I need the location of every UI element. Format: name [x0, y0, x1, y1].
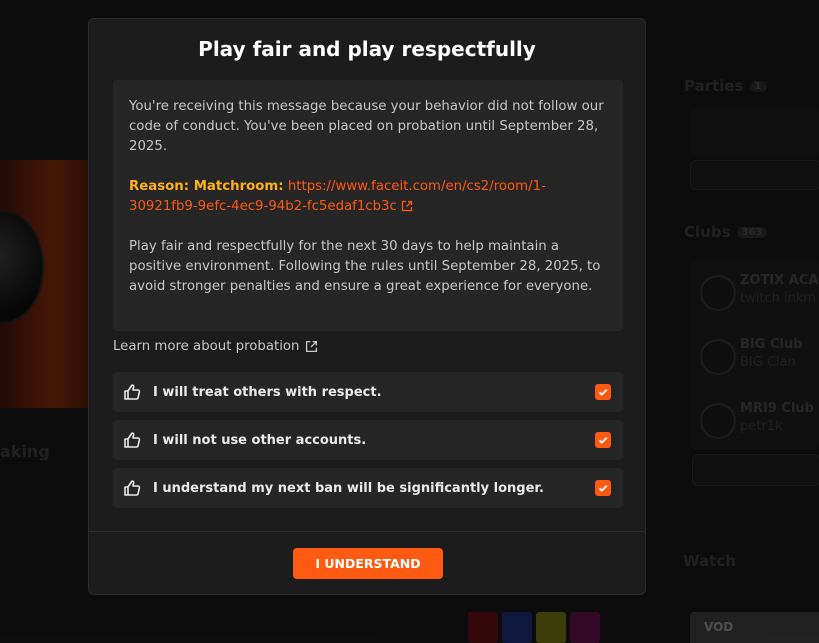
reason-line: Reason: Matchroom: https://www.faceit.co… — [129, 177, 607, 217]
reason-label: Reason: Matchroom: — [129, 179, 284, 194]
thumbs-up-icon — [124, 432, 141, 448]
probation-message: You're receiving this message because yo… — [129, 99, 604, 154]
learn-more-label: Learn more about probation — [113, 339, 300, 354]
probation-guidance: Play fair and respectfully for the next … — [129, 239, 601, 294]
learn-more-link[interactable]: Learn more about probation — [113, 339, 318, 354]
pledge-checkbox[interactable] — [595, 384, 611, 400]
pledge-label: I will treat others with respect. — [153, 384, 382, 400]
pledge-single-account[interactable]: I will not use other accounts. — [113, 420, 623, 460]
pledge-checkbox[interactable] — [595, 480, 611, 496]
i-understand-button[interactable]: I UNDERSTAND — [293, 548, 443, 579]
probation-modal: Play fair and play respectfully You're r… — [88, 18, 646, 595]
external-link-icon — [306, 340, 318, 353]
probation-info-box: You're receiving this message because yo… — [113, 80, 623, 331]
checkmark-icon — [598, 484, 608, 492]
external-link-icon — [401, 200, 412, 212]
thumbs-up-icon — [124, 384, 141, 400]
modal-title: Play fair and play respectfully — [198, 37, 536, 61]
pledge-label: I understand my next ban will be signifi… — [153, 480, 544, 496]
modal-footer-divider — [89, 531, 645, 532]
checkmark-icon — [598, 436, 608, 444]
pledge-label: I will not use other accounts. — [153, 432, 367, 448]
pledge-next-ban[interactable]: I understand my next ban will be signifi… — [113, 468, 623, 508]
pledge-checkbox[interactable] — [595, 432, 611, 448]
pledge-respect[interactable]: I will treat others with respect. — [113, 372, 623, 412]
thumbs-up-icon — [124, 480, 141, 496]
checkmark-icon — [598, 388, 608, 396]
